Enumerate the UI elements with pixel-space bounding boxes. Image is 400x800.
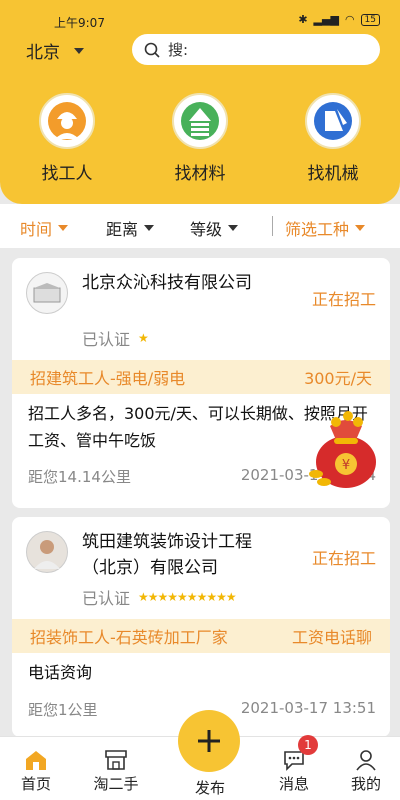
city-label: 北京 <box>26 43 60 63</box>
battery-icon: 15 <box>360 13 380 26</box>
job-description: 电话资询 <box>28 663 93 682</box>
job-title: 招装饰工人-石英砖加工厂家 <box>30 628 228 647</box>
shop-icon <box>105 750 127 770</box>
red-envelope-icon[interactable]: ¥ <box>306 404 386 490</box>
category-find-machinery[interactable]: 找机械 <box>288 93 378 184</box>
status-badge: 正在招工 <box>311 290 376 309</box>
filter-level[interactable]: 等级 <box>190 216 239 240</box>
distance: 距您1公里 <box>28 701 98 719</box>
category-find-materials[interactable]: 找材料 <box>155 93 245 184</box>
search-icon <box>144 42 160 58</box>
divider <box>272 216 273 236</box>
chevron-down-icon <box>355 225 366 231</box>
tab-second-hand[interactable]: 淘二手 <box>86 747 146 794</box>
status-bar: 上午9:07 ✱ ▂▄▆ ◠ 15 <box>0 0 400 30</box>
search-input[interactable]: 搜: <box>132 34 380 65</box>
publish-button[interactable] <box>178 710 240 772</box>
job-pay: 工资电话聊 <box>291 628 372 647</box>
status-badge: 正在招工 <box>311 549 376 568</box>
wifi-icon: ◠ <box>344 13 355 26</box>
category-label: 找材料 <box>174 164 226 184</box>
signal-icon: ▂▄▆ <box>313 13 339 26</box>
category-find-workers[interactable]: 找工人 <box>22 93 112 184</box>
category-label: 找机械 <box>307 164 359 184</box>
worker-icon <box>48 102 86 140</box>
star-rating: ★ <box>138 331 149 345</box>
distance: 距您14.14公里 <box>28 468 131 486</box>
svg-text:¥: ¥ <box>342 458 350 473</box>
chevron-down-icon <box>74 47 84 54</box>
company-name: 筑田建筑装饰设计工程（北京）有限公司 <box>82 532 252 578</box>
home-icon <box>26 751 46 770</box>
verified-row: 已认证 ★ <box>82 330 149 349</box>
filter-distance[interactable]: 距离 <box>106 216 155 240</box>
job-pay: 300元/天 <box>304 369 372 388</box>
message-badge: 1 <box>298 735 318 755</box>
tab-profile[interactable]: 我的 <box>336 747 396 794</box>
profile-icon <box>356 750 376 771</box>
bluetooth-icon: ✱ <box>298 13 308 26</box>
chevron-down-icon <box>58 225 69 231</box>
company-avatar <box>26 531 68 573</box>
company-name: 北京众沁科技有限公司 <box>82 273 252 293</box>
tab-publish-label[interactable]: 发布 <box>180 777 240 798</box>
verified-row: 已认证 ★★★★★★★★★★ <box>82 589 237 608</box>
excavator-icon <box>314 102 352 140</box>
chevron-down-icon <box>144 225 155 231</box>
header: 上午9:07 ✱ ▂▄▆ ◠ 15 北京 搜: 找工人 找材料 找机械 <box>0 0 400 204</box>
plus-icon <box>198 730 220 752</box>
job-bar: 招建筑工人-强电/弱电 300元/天 <box>12 360 390 394</box>
material-icon <box>181 102 219 140</box>
chevron-down-icon <box>228 225 239 231</box>
tab-home[interactable]: 首页 <box>6 747 66 794</box>
search-placeholder: 搜: <box>168 41 189 59</box>
filter-bar: 时间 距离 等级 筛选工种 <box>0 204 400 248</box>
job-title: 招建筑工人-强电/弱电 <box>30 369 186 388</box>
company-logo <box>26 272 68 314</box>
category-label: 找工人 <box>41 164 93 184</box>
filter-trade[interactable]: 筛选工种 <box>285 216 366 240</box>
post-date: 2021-03-17 13:51 <box>240 699 376 717</box>
city-selector[interactable]: 北京 <box>26 38 84 63</box>
filter-time[interactable]: 时间 <box>20 216 69 240</box>
tab-messages[interactable]: 消息 <box>264 747 324 794</box>
status-time: 上午9:07 <box>54 16 105 30</box>
listing-card[interactable]: 筑田建筑装饰设计工程（北京）有限公司 正在招工 已认证 ★★★★★★★★★★ 招… <box>12 517 390 737</box>
star-rating: ★★★★★★★★★★ <box>138 590 237 604</box>
job-bar: 招装饰工人-石英砖加工厂家 工资电话聊 <box>12 619 390 653</box>
